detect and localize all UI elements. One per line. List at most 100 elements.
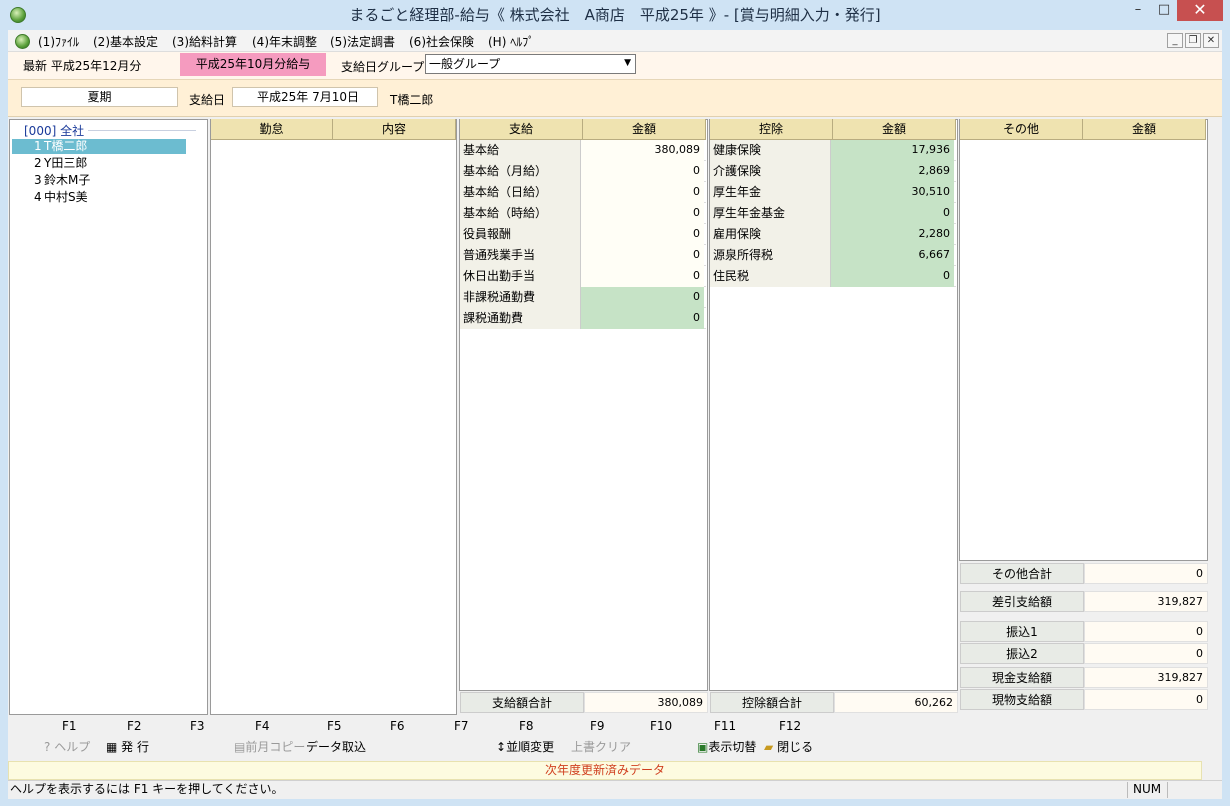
deduction-row: 健康保険 17,936 [710, 140, 956, 161]
dropdown-arrow-icon[interactable]: ▼ [624, 54, 631, 72]
payment-label: 非課税通勤費 [460, 287, 581, 308]
deduction-label: 厚生年金 [710, 182, 831, 203]
fkey-f2[interactable]: F2 [127, 719, 142, 733]
payment-label: 休日出勤手当 [460, 266, 581, 287]
tree-root-company[interactable]: [000] 全社 [24, 122, 84, 139]
display-toggle-action[interactable]: ▣表示切替 [697, 738, 756, 755]
overwrite-clear-action[interactable]: 上書クリア [571, 738, 631, 755]
deduction-label: 健康保険 [710, 140, 831, 161]
deduction-amount[interactable]: 30,510 [831, 182, 954, 203]
issue-action[interactable]: ▦ 発 行 [106, 738, 149, 755]
employee-item[interactable]: 1 T橋二郎 [12, 139, 186, 154]
payment-amount[interactable]: 380,089 [581, 140, 704, 161]
deductions-total-value: 60,262 [834, 692, 958, 713]
payment-amount[interactable]: 0 [581, 266, 704, 287]
fkey-f7[interactable]: F7 [454, 719, 469, 733]
payment-amount[interactable]: 0 [581, 287, 704, 308]
transfer-2-label: 振込2 [960, 643, 1084, 664]
other-total-value: 0 [1084, 563, 1208, 584]
data-import-action[interactable]: データ取込 [306, 738, 366, 755]
latest-period-label: 最新 平成25年12月分 [23, 59, 142, 73]
net-pay-label: 差引支給額 [960, 591, 1084, 612]
payday-field[interactable]: 平成25年 7月10日 [232, 87, 378, 107]
maximize-button[interactable]: □ [1152, 0, 1176, 21]
fkey-f11[interactable]: F11 [714, 719, 736, 733]
deductions-total-label: 控除額合計 [710, 692, 834, 713]
fkey-f8[interactable]: F8 [519, 719, 534, 733]
payment-amount[interactable]: 0 [581, 161, 704, 182]
payment-amount[interactable]: 0 [581, 182, 704, 203]
menu-help[interactable]: (H) ﾍﾙﾌﾟ [488, 33, 534, 50]
transfer-2-value: 0 [1084, 643, 1208, 664]
payment-label: 課税通勤費 [460, 308, 581, 329]
mdi-restore-button[interactable]: ❐ [1185, 33, 1201, 48]
fkey-f9[interactable]: F9 [590, 719, 605, 733]
menu-social-insurance[interactable]: (6)社会保険 [409, 33, 474, 50]
fkey-f10[interactable]: F10 [650, 719, 672, 733]
display-toggle-icon: ▣ [697, 740, 709, 754]
transfer-1-label: 振込1 [960, 621, 1084, 642]
mdi-close-button[interactable]: ✕ [1203, 33, 1219, 48]
sort-order-action[interactable]: ↕並順変更 [496, 738, 554, 755]
deduction-amount[interactable]: 17,936 [831, 140, 954, 161]
deduction-amount[interactable]: 2,280 [831, 224, 954, 245]
employee-item[interactable]: 2 Y田三郎 [12, 156, 186, 171]
payment-row: 基本給（月給） 0 [460, 161, 706, 182]
deduction-row: 源泉所得税 6,667 [710, 245, 956, 266]
menu-salary-calc[interactable]: (3)給料計算 [172, 33, 237, 50]
copy-icon: ▤ [234, 740, 246, 754]
payment-label: 基本給（日給） [460, 182, 581, 203]
close-button[interactable]: ✕ [1177, 0, 1223, 21]
deduction-amount[interactable]: 2,869 [831, 161, 954, 182]
payment-row: 役員報酬 0 [460, 224, 706, 245]
payment-label: 基本給 [460, 140, 581, 161]
menu-year-end[interactable]: (4)年末調整 [252, 33, 317, 50]
fkey-f1[interactable]: F1 [62, 719, 77, 733]
tree-divider [88, 130, 196, 131]
payday-group-select[interactable]: 一般グループ ▼ [425, 54, 636, 74]
fkey-f3[interactable]: F3 [190, 719, 205, 733]
payments-amount-header: 金額 [583, 119, 706, 140]
attendance-panel [210, 119, 457, 715]
window-title: まるごと経理部-給与《 株式会社 A商店 平成25年 》- [賞与明細入力・発行… [349, 6, 881, 24]
payment-amount[interactable]: 0 [581, 308, 704, 329]
fkey-f12[interactable]: F12 [779, 719, 801, 733]
employee-name: Y田三郎 [44, 156, 88, 170]
question-icon: ? [44, 740, 51, 754]
minimize-button[interactable]: – [1126, 0, 1150, 21]
prev-month-copy-action[interactable]: ▤前月コピー [234, 738, 305, 755]
sort-order-label: 並順変更 [506, 740, 555, 754]
employee-item[interactable]: 3 鈴木M子 [12, 173, 186, 188]
payment-amount[interactable]: 0 [581, 224, 704, 245]
payment-row: 非課税通勤費 0 [460, 287, 706, 308]
cash-pay-value: 319,827 [1084, 667, 1208, 688]
payment-amount[interactable]: 0 [581, 245, 704, 266]
employee-number: 2 [34, 156, 42, 170]
payment-amount[interactable]: 0 [581, 203, 704, 224]
employee-number: 4 [34, 190, 42, 204]
fkey-f6[interactable]: F6 [390, 719, 405, 733]
deduction-amount[interactable]: 6,667 [831, 245, 954, 266]
menu-basic-settings[interactable]: (2)基本設定 [93, 33, 158, 50]
menu-app-icon[interactable] [15, 34, 30, 49]
fkey-f5[interactable]: F5 [327, 719, 342, 733]
deduction-label: 源泉所得税 [710, 245, 831, 266]
deduction-row: 厚生年金 30,510 [710, 182, 956, 203]
deduction-amount[interactable]: 0 [831, 203, 954, 224]
employee-item[interactable]: 4 中村S美 [12, 190, 186, 205]
selected-payroll-button[interactable]: 平成25年10月分給与 [180, 53, 326, 76]
other-panel [959, 119, 1208, 561]
close-action[interactable]: ▰ 閉じる [764, 738, 813, 755]
menu-legal-reports[interactable]: (5)法定調書 [330, 33, 395, 50]
fkey-f4[interactable]: F4 [255, 719, 270, 733]
help-action[interactable]: ? ヘルプ [44, 738, 90, 755]
mdi-minimize-button[interactable]: _ [1167, 33, 1183, 48]
bonus-period-field[interactable]: 夏期 [21, 87, 178, 107]
payday-group-value: 一般グループ [429, 57, 501, 71]
other-amount-header: 金額 [1083, 119, 1206, 140]
menu-file[interactable]: (1)ﾌｧｲﾙ [38, 33, 79, 50]
deduction-amount[interactable]: 0 [831, 266, 954, 287]
deduction-row: 介護保険 2,869 [710, 161, 956, 182]
payment-row: 普通残業手当 0 [460, 245, 706, 266]
deduction-label: 住民税 [710, 266, 831, 287]
